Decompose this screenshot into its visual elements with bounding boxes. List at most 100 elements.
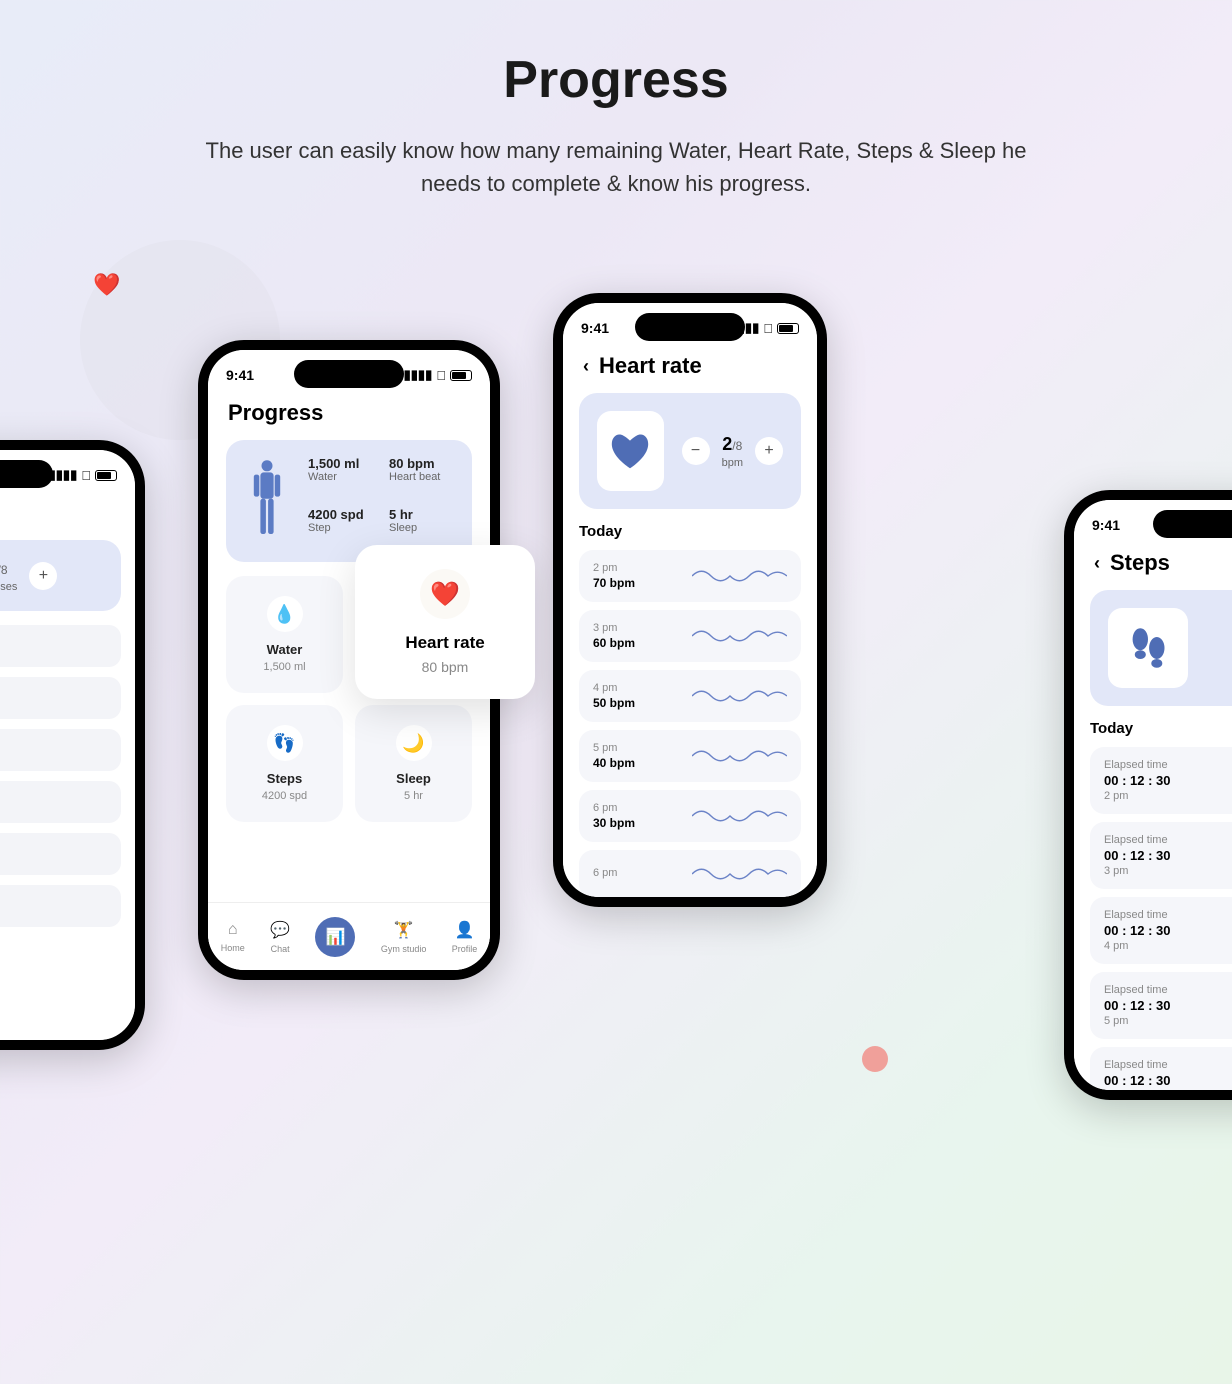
hr-row-time: 6 pm [593,867,617,879]
hr-row-time: 6 pm [593,802,635,814]
steps-title: Steps [1110,550,1170,576]
step-elapsed-time: 00 : 12 : 30 [1104,998,1232,1013]
step-time: 5 pm [1104,1015,1232,1027]
step-elapsed-label: Elapsed time [1104,984,1232,996]
hr-row-bpm: 40 bpm [593,756,635,770]
step-time: 4 pm [1104,940,1232,952]
progress-summary-card: 1,500 mlWater 80 bpmHeart beat 4200 spdS… [226,440,472,562]
hr-value: 2 [722,434,732,454]
hr-decrement-button[interactable]: − [682,437,710,465]
summary-hr-value: 80 bpm [389,456,456,471]
step-time: 3 pm [1104,865,1232,877]
summary-step-value: 4200 spd [308,507,375,522]
hr-row-bpm: 30 bpm [593,816,635,830]
today-label: Today [1074,720,1232,747]
step-elapsed-label: Elapsed time [1104,909,1232,921]
heart-rate-row[interactable]: 6 pm [579,850,801,897]
step-elapsed-label: Elapsed time [1104,834,1232,846]
phone-notch [635,313,745,341]
phone-heart-rate: 9:41 ▮▮▮▮􀙇 ‹ Heart rate − 2/8 bpm + Toda… [553,293,827,907]
tab-home[interactable]: ⌂Home [221,921,245,953]
water-counter-card: − 2/8 Glasses + [0,540,121,611]
hr-unit: bpm [722,457,743,469]
phone-notch [1153,510,1232,538]
water-date-row[interactable]: 2023 [0,833,121,875]
heart-rate-title: Heart rate [599,353,702,379]
water-date-row[interactable]: 3 [0,781,121,823]
phone-water-intake: ▮▮▮▮􀙇 take − 2/8 Glasses + 023 2023 20, … [0,440,145,1050]
hr-row-time: 3 pm [593,622,635,634]
step-elapsed-label: Elapsed time [1104,759,1232,771]
step-elapsed-time: 00 : 12 : 30 [1104,848,1232,863]
step-elapsed-time: 00 : 12 : 30 [1104,773,1232,788]
water-date-row[interactable]: 2023 [0,677,121,719]
chat-icon: 💬 [270,920,290,940]
back-button[interactable]: ‹ [583,356,589,377]
hr-row-bpm: 60 bpm [593,636,635,650]
heart-emoji-icon: ❤️ [93,272,120,298]
phone-notch [294,360,404,388]
hr-row-time: 2 pm [593,562,635,574]
heart-rate-row[interactable]: 5 pm 40 bpm [579,730,801,782]
heart-icon [597,411,664,491]
wave-icon [692,744,787,768]
red-dot-decoration [862,1046,888,1072]
steps-card [1090,590,1232,706]
home-icon: ⌂ [228,921,238,939]
steps-tile[interactable]: 👣 Steps 4200 spd [226,705,343,822]
heart-rate-card: − 2/8 bpm + [579,393,801,509]
step-elapsed-time: 00 : 12 : 30 [1104,1073,1232,1088]
water-date-row[interactable]: 20, 2023 [0,729,121,771]
step-elapsed-label: Elapsed time [1104,1059,1232,1071]
heart-rate-row[interactable]: 6 pm 30 bpm [579,790,801,842]
tab-gym[interactable]: 🏋Gym studio [381,920,427,954]
dumbbell-icon: 🏋 [394,920,414,940]
step-time: 2 pm [1104,790,1232,802]
heart-icon: ❤️ [420,569,470,619]
profile-icon: 👤 [455,920,475,940]
page-title: Progress [20,50,1212,110]
hr-increment-button[interactable]: + [755,437,783,465]
water-tile[interactable]: 💧 Water 1,500 ml [226,576,343,693]
back-button[interactable]: ‹ [1094,553,1100,574]
water-drop-icon: 💧 [267,596,303,632]
chart-icon: 📊 [325,927,345,947]
water-increment-button[interactable]: + [29,562,57,590]
wave-icon [692,684,787,708]
today-label: Today [563,523,817,550]
hr-row-bpm: 70 bpm [593,576,635,590]
tab-chat[interactable]: 💬Chat [270,920,290,954]
tab-profile[interactable]: 👤Profile [452,920,478,954]
phone-notch [0,460,53,488]
summary-sleep-value: 5 hr [389,507,456,522]
step-row[interactable]: Elapsed time 00 : 12 : 30 [1090,1047,1232,1090]
phone-steps: 9:41 ▮▮▮▮􀙇 ‹ Steps Today Elapsed time00 … [1064,490,1232,1100]
moon-icon: 🌙 [396,725,432,761]
summary-water-value: 1,500 ml [308,456,375,471]
tab-progress[interactable]: 📊 [315,917,355,957]
footsteps-icon [1108,608,1188,688]
wave-icon [692,564,787,588]
progress-title: Progress [228,400,323,426]
hr-row-time: 4 pm [593,682,635,694]
page-subtitle: The user can easily know how many remain… [191,134,1041,200]
heart-rate-row[interactable]: 3 pm 60 bpm [579,610,801,662]
step-row[interactable]: Elapsed time 00 : 12 : 30 5 pm [1090,972,1232,1039]
wave-icon [692,804,787,828]
heart-rate-row[interactable]: 2 pm 70 bpm [579,550,801,602]
heart-rate-row[interactable]: 4 pm 50 bpm [579,670,801,722]
water-date-row[interactable]: 023 [0,885,121,927]
water-date-row[interactable]: 023 [0,625,121,667]
sleep-tile[interactable]: 🌙 Sleep 5 hr [355,705,472,822]
hr-row-time: 5 pm [593,742,635,754]
wave-icon [692,862,787,886]
step-row[interactable]: Elapsed time 00 : 12 : 30 2 pm [1090,747,1232,814]
step-elapsed-time: 00 : 12 : 30 [1104,923,1232,938]
water-unit: Glasses [0,581,17,593]
step-row[interactable]: Elapsed time 00 : 12 : 30 4 pm [1090,897,1232,964]
step-row[interactable]: Elapsed time 00 : 12 : 30 3 pm [1090,822,1232,889]
footsteps-icon: 👣 [267,725,303,761]
heart-rate-popover[interactable]: ❤️ Heart rate 80 bpm [355,545,535,699]
hr-row-bpm: 50 bpm [593,696,635,710]
wave-icon [692,624,787,648]
